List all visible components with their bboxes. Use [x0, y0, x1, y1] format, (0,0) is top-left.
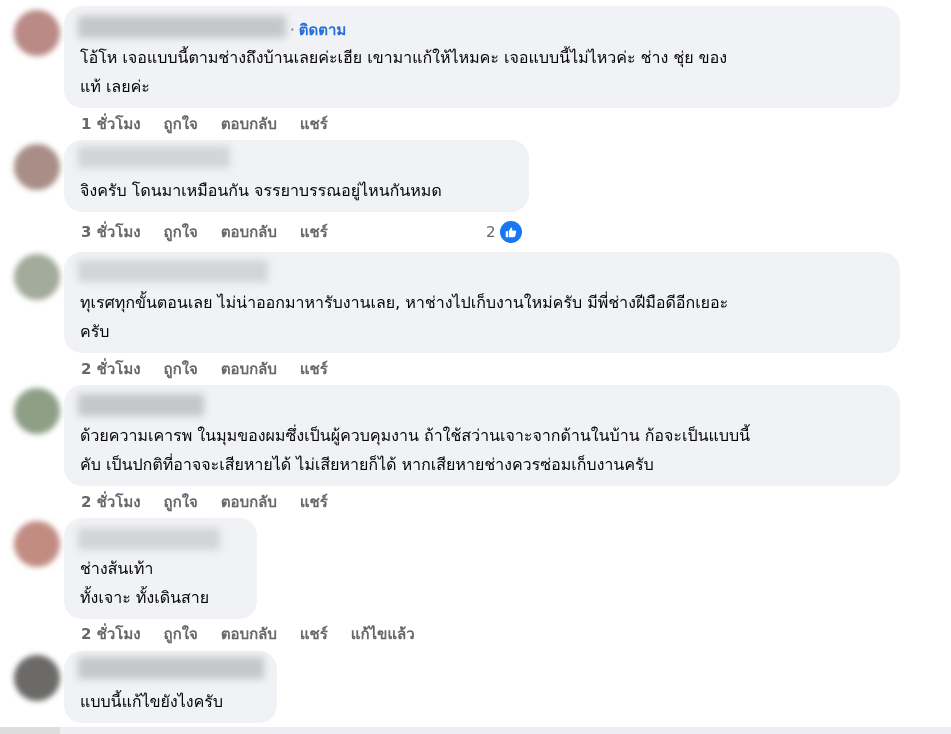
share-button[interactable]: แชร์ [300, 622, 328, 646]
comment-actions: 1 ชั่วโมง ถูกใจ ตอบกลับ แชร์ [81, 112, 351, 136]
comment-actions: 2 ชั่วโมง ถูกใจ ตอบกลับ แชร์ แก้ไขแล้ว [81, 622, 438, 646]
comment-actions: 3 ชั่วโมง ถูกใจ ตอบกลับ แชร์ [81, 220, 351, 244]
reply-button[interactable]: ตอบกลับ [221, 490, 277, 514]
reaction-count-number: 2 [486, 223, 496, 241]
author-name-redacted[interactable] [78, 394, 204, 416]
like-button[interactable]: ถูกใจ [164, 357, 198, 381]
comment-text: ด้วยความเคารพ ในมุมของผมซึ่งเป็นผู้ควบคุ… [80, 426, 751, 474]
separator-dot: · [290, 21, 295, 39]
reply-button[interactable]: ตอบกลับ [221, 112, 277, 136]
comment-text: ทุเรศทุกขั้นตอนเลย ไม่น่าออกมาหารับงานเล… [80, 293, 729, 341]
avatar[interactable] [14, 254, 60, 300]
like-button[interactable]: ถูกใจ [164, 490, 198, 514]
share-button[interactable]: แชร์ [300, 357, 328, 381]
comment-bubble: จิงครับ โดนมาเหมือนกัน จรรยาบรรณอยู่ไหนก… [64, 140, 529, 212]
comment-bubble: แบบนี้แก้ไขยังไงครับ [64, 651, 277, 723]
reply-button[interactable]: ตอบกลับ [221, 357, 277, 381]
comment-bubble: ทุเรศทุกขั้นตอนเลย ไม่น่าออกมาหารับงานเล… [64, 252, 900, 353]
comment-text: โอ้โห เจอแบบนี้ตามช่างถึงบ้านเลยค่ะเฮีย … [80, 48, 728, 96]
avatar[interactable] [14, 655, 60, 701]
follow-row: · ติดตาม [290, 18, 346, 42]
comment-actions: 2 ชั่วโมง ถูกใจ ตอบกลับ แชร์ [81, 490, 351, 514]
comment-bubble: ช่างส้นเท้า ทั้งเจาะ ทั้งเดินสาย [64, 518, 257, 619]
author-name-redacted[interactable] [78, 528, 220, 550]
comment-text: แบบนี้แก้ไขยังไงครับ [80, 692, 224, 711]
avatar[interactable] [14, 10, 60, 56]
share-button[interactable]: แชร์ [300, 490, 328, 514]
comment-bubble: · ติดตาม โอ้โห เจอแบบนี้ตามช่างถึงบ้านเล… [64, 6, 900, 108]
avatar[interactable] [14, 144, 60, 190]
edited-label: แก้ไขแล้ว [350, 625, 415, 643]
comment-text: จิงครับ โดนมาเหมือนกัน จรรยาบรรณอยู่ไหนก… [80, 181, 442, 200]
like-button[interactable]: ถูกใจ [164, 112, 198, 136]
share-button[interactable]: แชร์ [300, 112, 328, 136]
comment-time[interactable]: 1 ชั่วโมง [81, 112, 141, 136]
author-name-redacted[interactable] [78, 16, 286, 38]
thumbs-up-icon [497, 219, 524, 245]
comment-actions: 2 ชั่วโมง ถูกใจ ตอบกลับ แชร์ [81, 357, 351, 381]
author-name-redacted[interactable] [78, 260, 268, 282]
comment-time[interactable]: 2 ชั่วโมง [81, 490, 141, 514]
avatar[interactable] [14, 521, 60, 567]
reaction-count[interactable]: 2 [486, 219, 524, 245]
comment-bubble: ด้วยความเคารพ ในมุมของผมซึ่งเป็นผู้ควบคุ… [64, 385, 900, 486]
share-button[interactable]: แชร์ [300, 220, 328, 244]
reply-button[interactable]: ตอบกลับ [221, 220, 277, 244]
bottom-divider [0, 727, 951, 734]
avatar[interactable] [14, 388, 60, 434]
comment-time[interactable]: 3 ชั่วโมง [81, 220, 141, 244]
follow-button[interactable]: ติดตาม [299, 18, 347, 42]
comment-time[interactable]: 2 ชั่วโมง [81, 357, 141, 381]
reply-button[interactable]: ตอบกลับ [221, 622, 277, 646]
like-button[interactable]: ถูกใจ [164, 622, 198, 646]
author-name-redacted[interactable] [78, 146, 230, 168]
comment-time[interactable]: 2 ชั่วโมง [81, 622, 141, 646]
author-name-redacted[interactable] [78, 657, 264, 679]
like-button[interactable]: ถูกใจ [164, 220, 198, 244]
comment-text: ช่างส้นเท้า ทั้งเจาะ ทั้งเดินสาย [80, 559, 210, 607]
